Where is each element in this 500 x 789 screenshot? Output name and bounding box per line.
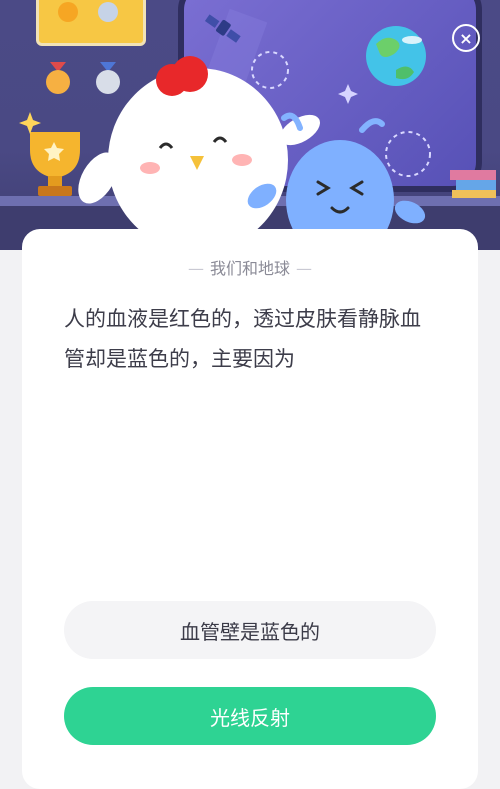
hero-art xyxy=(19,2,496,250)
sparkle-icon xyxy=(338,84,358,104)
decorative-orbit xyxy=(385,131,431,177)
sparkle-icon xyxy=(19,112,41,134)
hero-illustration: × xyxy=(0,0,500,250)
answer-option-label: 血管壁是蓝色的 xyxy=(180,619,320,644)
medal-silver-wall-icon xyxy=(96,62,120,94)
quiz-card: — 我们和地球 — 人的血液是红色的，透过皮肤看静脉血管却是蓝色的，主要因为 血管壁… xyxy=(22,229,478,789)
section-title-text: 我们和地球 xyxy=(209,259,290,278)
answer-option-b[interactable]: 光线反射 xyxy=(64,687,436,745)
section-title: — 我们和地球 — xyxy=(187,259,312,278)
question-text: 人的血液是红色的，透过皮肤看静脉血管却是蓝色的，主要因为 xyxy=(64,307,421,371)
close-icon: × xyxy=(459,28,473,48)
books-icon xyxy=(450,170,496,198)
answer-option-a[interactable]: 血管壁是蓝色的 xyxy=(64,601,436,659)
decorative-orbit xyxy=(251,51,289,89)
medal-gold-icon xyxy=(58,2,78,22)
close-button[interactable]: × xyxy=(452,24,480,52)
earth-icon xyxy=(366,26,426,86)
answer-option-label: 光线反射 xyxy=(210,705,290,730)
medal-silver-icon xyxy=(98,2,118,22)
medal-bronze-icon xyxy=(46,62,70,94)
trophy-icon xyxy=(30,132,80,196)
